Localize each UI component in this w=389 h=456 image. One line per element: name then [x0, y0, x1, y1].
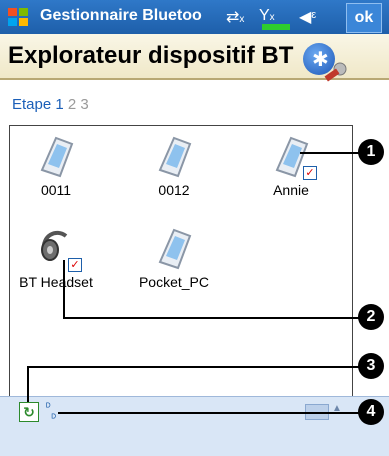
device-name: Pocket_PC [138, 274, 210, 290]
callout-line-2a [63, 260, 65, 318]
battery-bar [262, 24, 290, 30]
device-item[interactable]: ✓ Annie [245, 134, 337, 198]
signal-icon[interactable]: Yx [259, 7, 275, 25]
pda-icon [40, 136, 74, 178]
callout-line-3b [27, 366, 360, 368]
device-item[interactable]: ✓ BT Headset [10, 226, 102, 290]
paired-check-icon: ✓ [68, 258, 82, 272]
start-flag-icon[interactable] [6, 5, 30, 29]
callout-4: 4 [358, 399, 384, 425]
refresh-icon[interactable]: ↻ [19, 402, 39, 422]
step-indicator: Etape 1 2 3 [12, 96, 89, 113]
callout-3: 3 [358, 353, 384, 379]
step-label: Etape [12, 96, 52, 113]
step-next: 2 [67, 96, 77, 113]
title-bar: Gestionnaire Bluetoo ⇄x Yx ◀ᵋ ok [0, 0, 389, 34]
step-current: 1 [55, 96, 64, 113]
device-item[interactable]: 0011 [10, 134, 102, 198]
wrench-icon [324, 62, 347, 82]
ok-button[interactable]: ok [346, 3, 382, 33]
bottom-toolbar [0, 396, 389, 456]
callout-line-2b [63, 317, 360, 319]
view-toggle-icon[interactable]: ᴰ ᴰ [46, 402, 56, 424]
device-name: 0012 [158, 182, 190, 198]
device-name: 0011 [40, 182, 72, 198]
pda-icon [158, 228, 192, 270]
step-last: 3 [80, 96, 89, 113]
pda-icon [158, 136, 192, 178]
callout-line-3a [27, 366, 29, 402]
callout-1: 1 [358, 139, 384, 165]
device-item[interactable]: Pocket_PC [128, 226, 220, 290]
device-list[interactable]: 0011 0012 ✓ Annie ✓ BT Headset Pocket_PC [9, 125, 353, 397]
app-title: Gestionnaire Bluetoo [40, 7, 202, 24]
page-title: Explorateur dispositif BT [8, 42, 294, 69]
device-name: BT Headset [19, 274, 93, 290]
speaker-icon[interactable]: ◀ᵋ [299, 7, 316, 27]
paired-check-icon: ✓ [303, 166, 317, 180]
connectivity-icon[interactable]: ⇄x [226, 7, 244, 27]
callout-line-4 [58, 412, 360, 414]
device-name: Annie [273, 182, 309, 198]
callout-2: 2 [358, 304, 384, 330]
callout-line-1 [300, 152, 361, 154]
device-item[interactable]: 0012 [128, 134, 220, 198]
